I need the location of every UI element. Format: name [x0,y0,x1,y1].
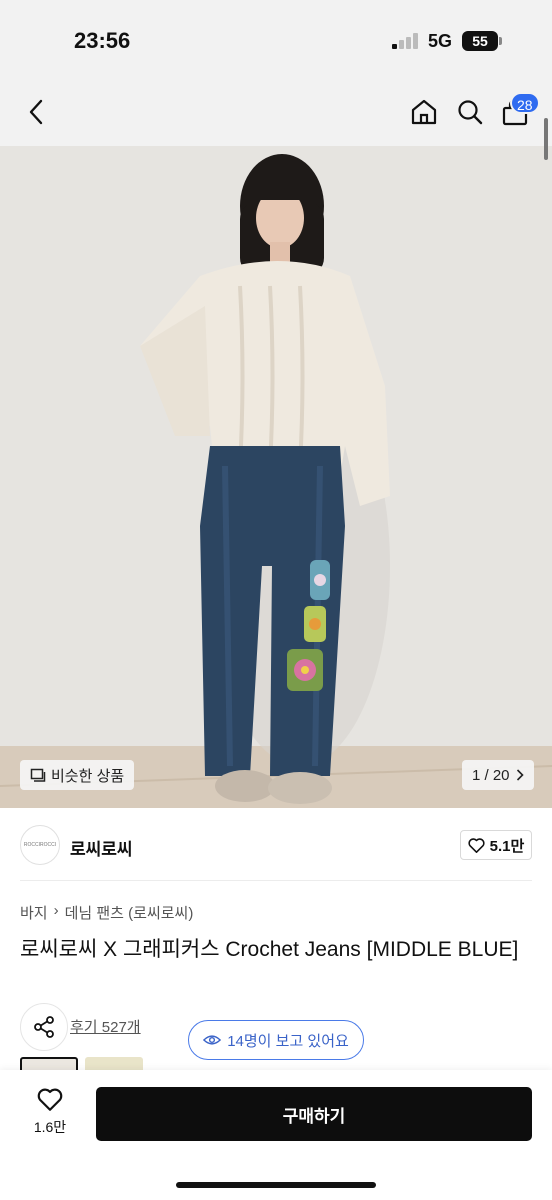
chevron-right-icon [516,769,524,781]
home-button[interactable] [406,92,442,132]
page-indicator-text: 1 / 20 [472,766,510,784]
signal-icon [392,33,420,49]
brand-logo-text: ROCCIROCCI [23,842,57,848]
cart-count-badge: 28 [510,92,540,114]
product-image[interactable] [0,146,552,808]
share-icon [34,1016,54,1038]
viewers-text: 14명이 보고 있어요 [227,1032,349,1050]
breadcrumb-item[interactable]: 데님 팬츠 (로씨로씨) [65,902,194,923]
breadcrumb: 바지 › 데님 팬츠 (로씨로씨) [20,902,193,923]
similar-products-label: 비슷한 상품 [51,767,125,785]
scroll-indicator [544,118,548,160]
brand-like-button[interactable]: 5.1만 [460,830,532,860]
status-time: 23:56 [74,28,131,53]
battery-tip [499,37,502,45]
battery-icon: 55 [462,31,498,51]
status-bar: 23:56 5G 55 [0,0,552,80]
share-button[interactable] [20,1003,68,1051]
home-indicator [176,1182,376,1188]
search-icon [458,100,483,125]
home-icon [411,99,437,125]
search-button[interactable] [452,92,488,132]
heart-icon [468,837,485,853]
viewers-badge: 14명이 보고 있어요 [188,1020,364,1060]
similar-products-button[interactable]: 비슷한 상품 [20,760,135,790]
product-like-count: 1.6만 [33,1119,67,1135]
back-button[interactable] [18,92,54,132]
network-type: 5G [428,31,453,51]
review-link[interactable]: 후기 527개 [70,1016,141,1037]
heart-icon [37,1088,63,1111]
brand-logo[interactable]: ROCCIROCCI [20,825,60,865]
product-like-button[interactable]: 1.6만 [26,1088,74,1140]
breadcrumb-item[interactable]: 바지 [20,902,48,923]
product-photo-illustration [0,146,552,808]
brand-name[interactable]: 로씨로씨 [70,835,133,860]
breadcrumb-separator-icon: › [53,902,59,919]
chevron-left-icon [29,99,43,125]
divider [20,880,532,881]
eye-icon [203,1035,222,1045]
similar-items-icon [30,768,46,782]
gallery-page-indicator[interactable]: 1 / 20 [462,760,534,790]
top-nav [0,80,552,146]
buy-button[interactable]: 구매하기 [96,1087,532,1141]
brand-like-count: 5.1만 [489,837,525,855]
product-title: 로씨로씨 X 그래피커스 Crochet Jeans [MIDDLE BLUE] [20,938,519,961]
